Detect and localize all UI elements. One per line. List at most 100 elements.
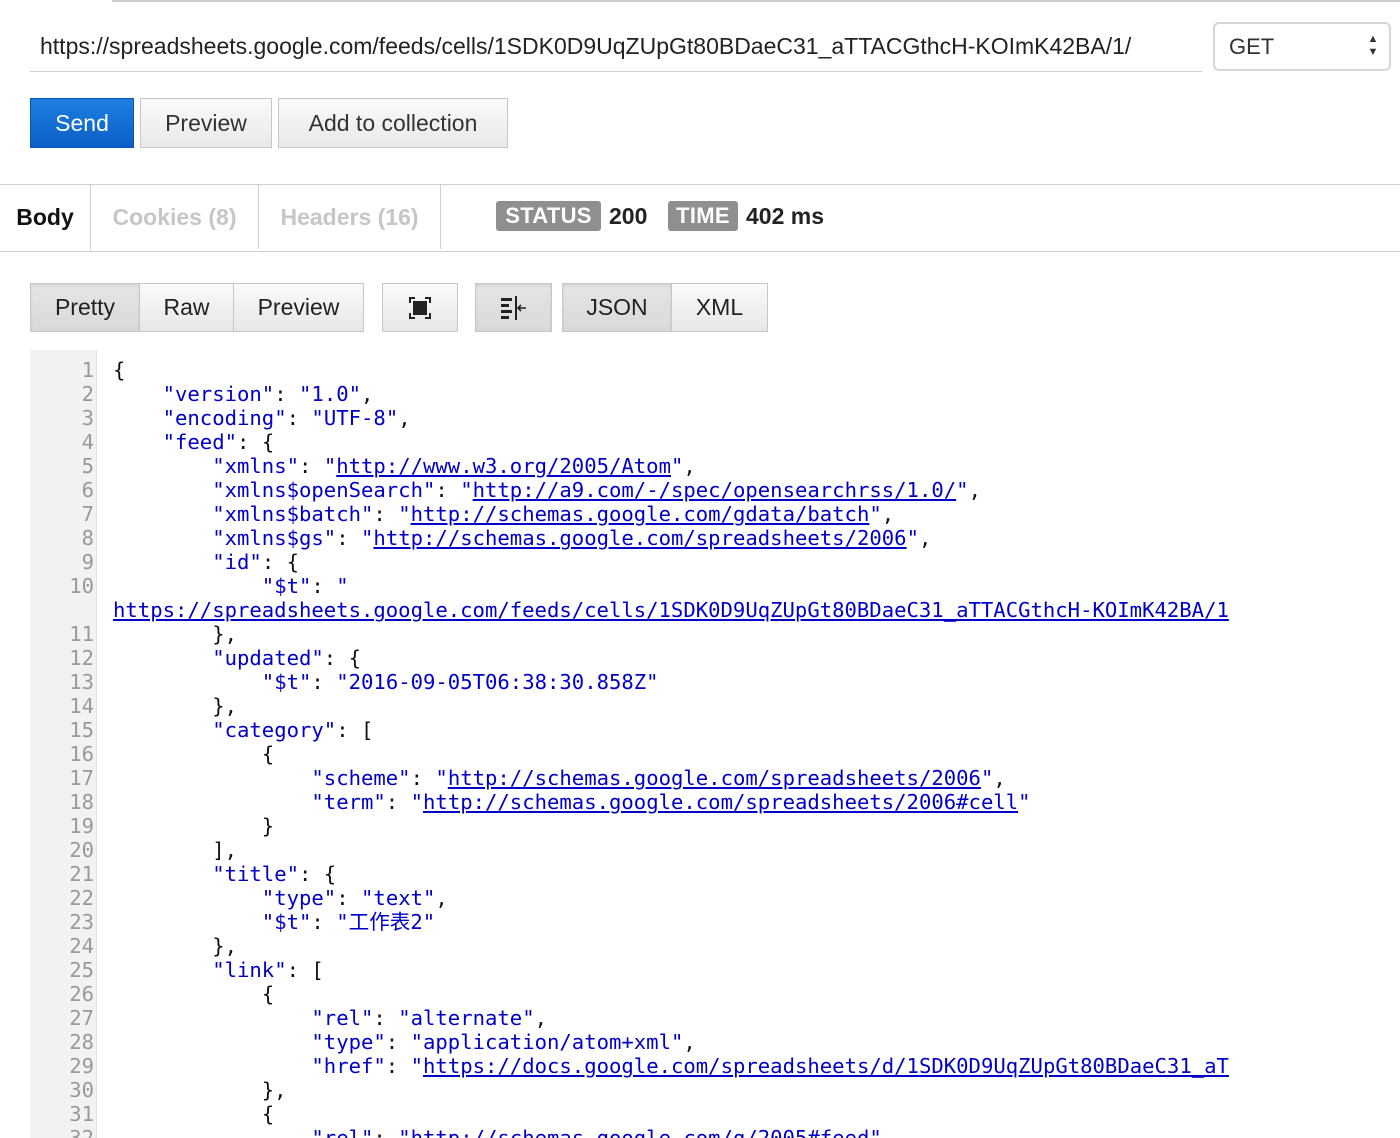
code-token: : [	[336, 718, 374, 742]
format-json-button[interactable]: JSON	[563, 284, 671, 331]
code-token: "scheme"	[311, 766, 411, 790]
mode-pretty-button[interactable]: Pretty	[31, 284, 139, 331]
code-token: "category"	[212, 718, 337, 742]
fullscreen-button[interactable]	[383, 284, 457, 331]
code-token: "title"	[212, 862, 299, 886]
code-token: "application/atom+xml"	[410, 1030, 684, 1054]
mode-raw-button[interactable]: Raw	[139, 284, 233, 331]
code-link[interactable]: http://schemas.google.com/spreadsheets/2…	[373, 526, 906, 550]
response-tab-bar: Body Cookies (8) Headers (16) STATUS 200…	[0, 184, 1400, 252]
code-link[interactable]: http://schemas.google.com/spreadsheets/2…	[448, 766, 981, 790]
code-token: "	[398, 502, 411, 526]
code-line: 9 "id": {	[30, 550, 1400, 574]
code-token: "term"	[311, 790, 386, 814]
code-token: "工作表2"	[336, 910, 436, 934]
code-token: "	[410, 1054, 424, 1078]
line-number: 24	[69, 934, 94, 958]
code-token: : {	[237, 430, 275, 454]
code-link[interactable]: http://www.w3.org/2005/Atom	[336, 454, 671, 478]
code-line: 6 "xmlns$openSearch": "http://a9.com/-/s…	[30, 478, 1400, 502]
method-select[interactable]: GET ▲ ▼	[1213, 22, 1391, 71]
line-number: 28	[69, 1030, 94, 1054]
code-line: 1{	[30, 358, 1400, 382]
line-number: 1	[81, 358, 94, 382]
code-token: ,	[683, 1030, 696, 1054]
preview-button[interactable]: Preview	[140, 98, 272, 148]
wrap-group	[475, 283, 552, 332]
code-line: 15 "category": [	[30, 718, 1400, 742]
code-token: "	[361, 526, 374, 550]
code-token: "	[336, 574, 349, 598]
code-line: 18 "term": "http://schemas.google.com/sp…	[30, 790, 1400, 814]
time-badge: TIME	[668, 201, 738, 231]
code-token: {	[113, 742, 275, 766]
code-text: {	[113, 742, 274, 766]
code-link[interactable]: http://schemas.google.com/spreadsheets/2…	[423, 790, 1018, 814]
line-number: 2	[81, 382, 94, 406]
code-token: "id"	[212, 550, 262, 574]
code-text: "$t": "2016-09-05T06:38:30.858Z"	[113, 670, 659, 694]
wrap-lines-icon	[500, 295, 526, 320]
code-line: 31 {	[30, 1102, 1400, 1126]
code-text: "type": "application/atom+xml",	[113, 1030, 696, 1054]
line-number: 13	[69, 670, 94, 694]
status-code: 200	[609, 203, 648, 229]
wrap-lines-button[interactable]	[476, 284, 551, 331]
line-number: 14	[69, 694, 94, 718]
tab-cookies[interactable]: Cookies (8)	[91, 185, 259, 249]
code-line: https://spreadsheets.google.com/feeds/ce…	[30, 598, 1400, 622]
code-text: "rel": "alternate",	[113, 1006, 547, 1030]
code-token: "	[1018, 790, 1031, 814]
code-token: "$t"	[261, 574, 312, 598]
mode-preview-button[interactable]: Preview	[233, 284, 363, 331]
code-line: 28 "type": "application/atom+xml",	[30, 1030, 1400, 1054]
add-to-collection-button[interactable]: Add to collection	[278, 98, 508, 148]
code-token: "rel"	[311, 1126, 374, 1138]
code-token: ,	[881, 502, 895, 526]
code-text: "encoding": "UTF-8",	[113, 406, 411, 430]
response-body-code[interactable]: 1{2 "version": "1.0", 3 "encoding": "UTF-…	[30, 350, 1400, 1138]
code-text: },	[113, 1078, 287, 1102]
code-link[interactable]: https://spreadsheets.google.com/feeds/ce…	[113, 598, 1229, 622]
code-text: "xmlns$openSearch": "http://a9.com/-/spe…	[113, 478, 981, 502]
code-token: "	[980, 766, 994, 790]
code-token: ],	[113, 838, 237, 862]
code-text: "updated": {	[113, 646, 361, 670]
code-token: :	[311, 670, 337, 694]
code-token: "$t"	[261, 910, 312, 934]
code-text: {	[113, 358, 125, 382]
send-button[interactable]: Send	[30, 98, 134, 148]
code-token: },	[113, 1078, 287, 1102]
tab-body[interactable]: Body	[0, 185, 91, 251]
code-line: 10 "$t": "	[30, 574, 1400, 598]
format-xml-button[interactable]: XML	[671, 284, 767, 331]
code-token: :	[299, 454, 324, 478]
code-token: }	[113, 814, 275, 838]
code-link[interactable]: https://docs.google.com/spreadsheets/d/1…	[423, 1054, 1229, 1078]
code-token: "$t"	[261, 670, 312, 694]
code-token: :	[286, 406, 312, 430]
code-token: "	[410, 790, 424, 814]
code-line: 11 },	[30, 622, 1400, 646]
code-text: "link": [	[113, 958, 324, 982]
code-link[interactable]: http://schemas.google.com/gdata/batch	[411, 502, 870, 526]
code-token: :	[373, 1006, 399, 1030]
code-token: :	[373, 1126, 399, 1138]
code-text: "$t": "	[113, 574, 349, 598]
code-text: "xmlns$batch": "http://schemas.google.co…	[113, 502, 894, 526]
select-arrows-icon: ▲ ▼	[1367, 33, 1379, 58]
url-input[interactable]	[30, 22, 1202, 70]
code-line: 19 }	[30, 814, 1400, 838]
code-link[interactable]: http://a9.com/-/spec/opensearchrss/1.0/	[473, 478, 957, 502]
tab-headers[interactable]: Headers (16)	[259, 185, 441, 249]
line-number: 21	[69, 862, 94, 886]
code-token: ,	[968, 478, 981, 502]
